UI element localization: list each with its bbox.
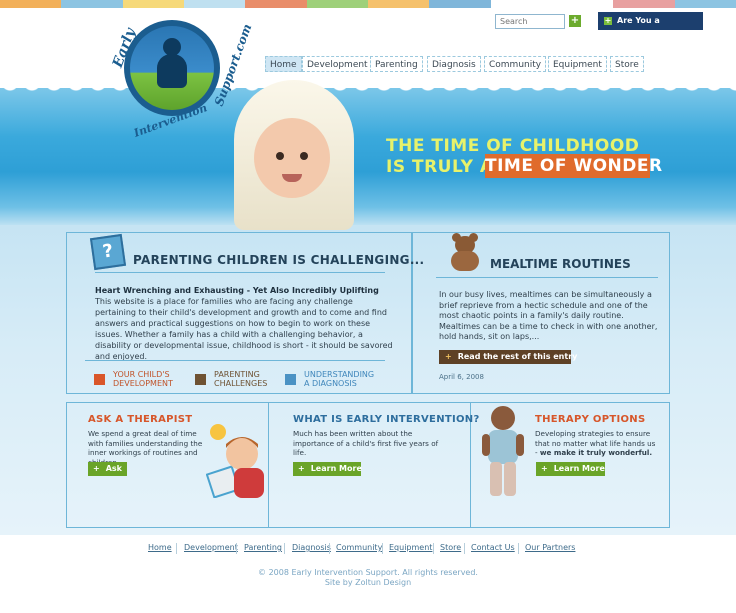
post-date: April 6, 2008 — [439, 373, 484, 381]
nav-parenting[interactable]: Parenting — [370, 56, 423, 72]
plus-icon: + — [570, 15, 580, 26]
therapy-options-emphasis: we make it truly wonderful. — [539, 448, 653, 457]
separator — [176, 543, 177, 554]
nav-store[interactable]: Store — [610, 56, 644, 72]
top-color-strip — [0, 0, 736, 8]
hero-tagline-line2: IS TRULY A — [386, 157, 494, 177]
learn-more-button[interactable]: + Learn More — [293, 462, 362, 476]
separator — [464, 543, 465, 554]
what-is-early-intervention-body: Much has been written about the importan… — [293, 429, 439, 457]
therapist-button-label: Are You a Therapist? — [604, 16, 660, 43]
ask-button[interactable]: + Ask — [88, 462, 127, 476]
separator — [518, 543, 519, 554]
link-parenting-challenges[interactable]: PARENTING CHALLENGES — [195, 366, 274, 392]
standing-toddler-image — [482, 406, 524, 496]
footer-link-development[interactable]: Development — [184, 543, 238, 552]
site-logo[interactable]: Early Intervention Support.com — [108, 14, 254, 140]
mealtime-heading: MEALTIME ROUTINES — [490, 257, 631, 271]
bullet-square-icon — [195, 373, 206, 385]
footer-link-parenting[interactable]: Parenting — [244, 543, 282, 552]
footer-link-equipment[interactable]: Equipment — [389, 543, 432, 552]
site-credit-link[interactable]: Site by Zoltun Design — [0, 578, 736, 587]
question-block-icon: ? — [89, 233, 127, 271]
child-with-sun-image — [206, 424, 264, 498]
footer-link-community[interactable]: Community — [336, 543, 382, 552]
divider — [436, 277, 658, 278]
link-understanding-a-diagnosis[interactable]: UNDERSTANDING A DIAGNOSIS — [285, 366, 379, 392]
parenting-subheading: Heart Wrenching and Exhausting - Yet Als… — [95, 286, 379, 295]
nav-diagnosis[interactable]: Diagnosis — [427, 56, 481, 72]
logo-child-silhouette-icon — [154, 38, 190, 92]
footer-link-diagnosis[interactable]: Diagnosis — [292, 543, 331, 552]
separator — [329, 543, 330, 554]
hero-baby-image — [226, 80, 362, 230]
plus-icon: + — [541, 464, 548, 473]
footer-link-our-partners[interactable]: Our Partners — [525, 543, 575, 552]
teddy-bear-icon — [447, 233, 483, 272]
footer-link-store[interactable]: Store — [440, 543, 461, 552]
learn-more-button[interactable]: + Learn More — [536, 462, 605, 476]
footer-link-contact-us[interactable]: Contact Us — [471, 543, 515, 552]
mealtime-body-text: In our busy lives, mealtimes can be simu… — [439, 290, 658, 342]
divider — [85, 360, 385, 361]
footer-navigation: Home Development Parenting Diagnosis Com… — [0, 543, 736, 555]
search-input[interactable] — [495, 14, 565, 29]
separator — [433, 543, 434, 554]
hero-tagline-highlight: TIME OF WONDER — [485, 154, 663, 178]
separator — [236, 543, 237, 554]
copyright-text: © 2008 Early Intervention Support. All r… — [258, 568, 478, 577]
nav-equipment[interactable]: Equipment — [548, 56, 607, 72]
plus-icon: + — [445, 352, 452, 361]
therapy-options-body: Developing strategies to ensure that no … — [535, 429, 656, 457]
nav-home[interactable]: Home — [265, 56, 302, 72]
hero-tagline-line1: THE TIME OF CHILDHOOD — [386, 136, 640, 156]
link-your-childs-development[interactable]: YOUR CHILD'S DEVELOPMENT — [94, 366, 183, 392]
divider — [95, 272, 385, 273]
bullet-square-icon — [94, 373, 105, 385]
bullet-square-icon — [285, 373, 296, 385]
plus-icon: + — [298, 464, 305, 473]
therapy-options-heading: THERAPY OPTIONS — [535, 414, 646, 425]
what-is-early-intervention-heading: WHAT IS EARLY INTERVENTION? — [293, 414, 480, 425]
read-more-button[interactable]: + Read the rest of this entry — [439, 350, 577, 364]
separator — [382, 543, 383, 554]
parenting-heading: PARENTING CHILDREN IS CHALLENGING... — [133, 253, 425, 267]
footer-link-home[interactable]: Home — [148, 543, 172, 552]
separator — [284, 543, 285, 554]
panel-divider — [268, 402, 269, 528]
nav-development[interactable]: Development — [302, 56, 373, 72]
ask-therapist-heading: ASK A THERAPIST — [88, 414, 193, 425]
are-you-a-therapist-button[interactable]: + Are You a Therapist? — [598, 12, 703, 43]
parenting-body-text: This website is a place for families who… — [95, 297, 393, 361]
search-submit-button[interactable]: + — [569, 15, 581, 27]
nav-community[interactable]: Community — [484, 56, 547, 72]
plus-icon: + — [604, 16, 612, 25]
plus-icon: + — [93, 464, 100, 473]
